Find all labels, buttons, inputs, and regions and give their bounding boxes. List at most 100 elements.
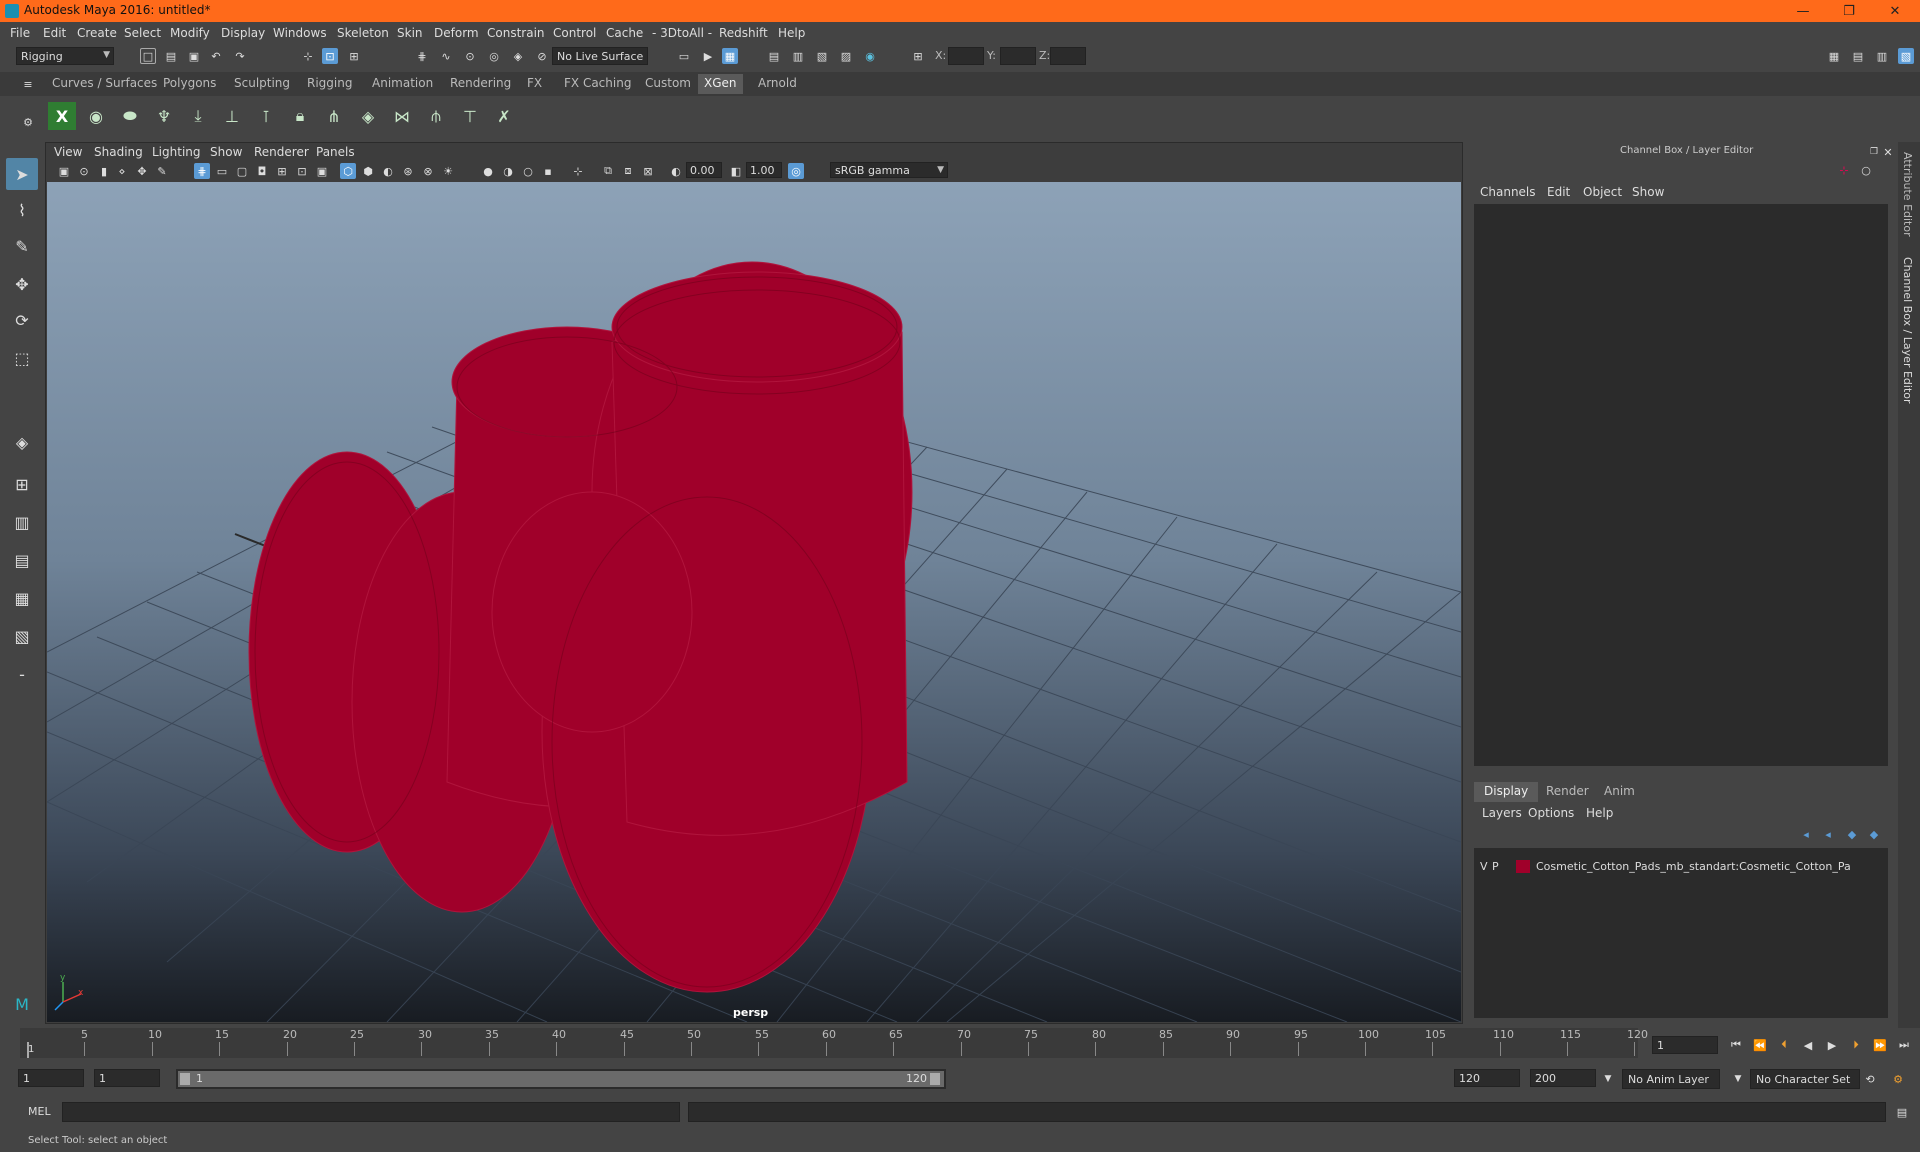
color-management-icon[interactable]: ◎ <box>788 163 804 179</box>
go-to-end-icon[interactable]: ⏭ <box>1896 1037 1912 1053</box>
menu-skin[interactable]: Skin <box>397 26 423 40</box>
snap-view-icon[interactable]: ◎ <box>486 48 502 64</box>
playback-start-field[interactable]: 1 <box>94 1069 160 1087</box>
side-tab-attribute-editor[interactable]: Attribute Editor <box>1901 152 1914 237</box>
wireframe-on-shaded-icon[interactable]: ⊛ <box>400 163 416 179</box>
menu-cache[interactable]: Cache <box>606 26 643 40</box>
menu-select[interactable]: Select <box>124 26 161 40</box>
channel-list[interactable] <box>1474 204 1888 766</box>
backface-icon[interactable]: ⊠ <box>640 163 656 179</box>
layer-menu-options[interactable]: Options <box>1528 806 1574 820</box>
xgen-create-description-icon[interactable]: ⬬ <box>116 102 144 130</box>
select-component-icon[interactable]: ⊞ <box>346 48 362 64</box>
graph-layout-icon[interactable]: ▦ <box>6 582 38 614</box>
live-surface-field[interactable]: No Live Surface <box>552 47 648 65</box>
xray-icon[interactable]: ⊗ <box>420 163 436 179</box>
colorspace-dropdown[interactable]: sRGB gamma ▼ <box>830 162 948 178</box>
menu-create[interactable]: Create <box>77 26 117 40</box>
transform-mode-icon[interactable]: ⊞ <box>910 48 926 64</box>
shelf-tab-arnold[interactable]: Arnold <box>752 76 803 94</box>
panel-menu-lighting[interactable]: Lighting <box>152 145 201 159</box>
modeling-toolkit-icon[interactable]: ▦ <box>1826 48 1842 64</box>
output-ops-icon[interactable]: ▶ <box>700 48 716 64</box>
panel-menu-view[interactable]: View <box>54 145 82 159</box>
xgen-lock-icon[interactable]: 🔒︎ <box>286 102 314 130</box>
shelf-tab-fx[interactable]: FX <box>521 76 548 94</box>
shelf-settings-icon[interactable]: ⚙ <box>20 114 36 130</box>
layer-color-swatch[interactable] <box>1516 860 1530 873</box>
shelf-tab-sculpting[interactable]: Sculpting <box>228 76 296 94</box>
close-button[interactable]: ✕ <box>1872 0 1918 22</box>
gate-mask-icon[interactable]: ◘ <box>254 163 270 179</box>
rotate-tool-icon[interactable]: ⟳ <box>6 304 38 336</box>
channel-box-options-icon[interactable]: ○ <box>1858 162 1874 178</box>
hypershade-icon[interactable]: ◉ <box>862 48 878 64</box>
snap-grid-icon[interactable]: ⋕ <box>414 48 430 64</box>
outliner-layout-icon[interactable]: ▤ <box>6 544 38 576</box>
play-backwards-icon[interactable]: ◀ <box>1800 1037 1816 1053</box>
menu-set-dropdown[interactable]: Rigging ▼ <box>16 47 114 65</box>
ipr-render-icon[interactable]: ▧ <box>814 48 830 64</box>
menu-windows[interactable]: Windows <box>273 26 327 40</box>
xgen-add-guide-icon[interactable]: ⊥ <box>218 102 246 130</box>
xgen-layers-icon[interactable]: ◈ <box>354 102 382 130</box>
play-forwards-icon[interactable]: ▶ <box>1824 1037 1840 1053</box>
x-field[interactable] <box>948 47 984 65</box>
shelf-menu-icon[interactable]: ≡ <box>20 76 36 92</box>
input-ops-icon[interactable]: ▭ <box>676 48 692 64</box>
snap-surface-icon[interactable]: ◈ <box>510 48 526 64</box>
film-gate-icon[interactable]: ▭ <box>214 163 230 179</box>
layer-playback-toggle[interactable]: P <box>1492 860 1499 873</box>
menu-deform[interactable]: Deform <box>434 26 479 40</box>
restore-button[interactable]: ❐ <box>1826 0 1872 22</box>
channel-box-menu-edit[interactable]: Edit <box>1547 185 1570 199</box>
xgen-delete-guide-icon[interactable]: ✗ <box>490 102 518 130</box>
shelf-tab-rendering[interactable]: Rendering <box>444 76 517 94</box>
smooth-shade-icon[interactable]: ⬢ <box>360 163 376 179</box>
chevron-down-icon[interactable]: ▼ <box>1730 1071 1746 1087</box>
open-scene-icon[interactable]: ▤ <box>163 48 179 64</box>
bookmark-icon[interactable]: ▮ <box>96 163 112 179</box>
camera-select-icon[interactable]: ▣ <box>56 163 72 179</box>
z-field[interactable] <box>1050 47 1086 65</box>
layer-row[interactable]: V P Cosmetic_Cotton_Pads_mb_standart:Cos… <box>1478 858 1884 876</box>
panel-menu-renderer[interactable]: Renderer <box>254 145 309 159</box>
perspective-viewport[interactable]: x y <box>47 182 1461 1022</box>
move-layer-up-icon[interactable]: ◂ <box>1798 826 1814 842</box>
snap-live-icon[interactable]: ⊘ <box>534 48 550 64</box>
step-forward-frame-icon[interactable]: ⏵ <box>1848 1037 1864 1053</box>
layer-menu-help[interactable]: Help <box>1586 806 1613 820</box>
field-chart-icon[interactable]: ⊞ <box>274 163 290 179</box>
menu-redshift[interactable]: Redshift <box>719 26 768 40</box>
redo-icon[interactable]: ↷ <box>232 48 248 64</box>
xgen-clump-icon[interactable]: ⋈ <box>388 102 416 130</box>
xgen-place-guide-icon[interactable]: ⤓ <box>184 102 212 130</box>
close-panel-icon[interactable]: ✕ <box>1880 144 1896 160</box>
select-hierarchy-icon[interactable]: ⊹ <box>300 48 316 64</box>
animation-start-field[interactable]: 1 <box>18 1069 84 1087</box>
xray-active-icon[interactable]: ⧈ <box>620 163 636 179</box>
safe-title-icon[interactable]: ▣ <box>314 163 330 179</box>
shelf-tab-rigging[interactable]: Rigging <box>301 76 358 94</box>
menu-control[interactable]: Control <box>553 26 596 40</box>
camera-attributes-icon[interactable]: ⊙ <box>76 163 92 179</box>
undo-icon[interactable]: ↶ <box>208 48 224 64</box>
channel-box-menu-show[interactable]: Show <box>1632 185 1664 199</box>
exposure-field[interactable]: 0.00 <box>686 162 722 178</box>
single-view-layout-icon[interactable]: ◈ <box>6 426 38 458</box>
snap-curve-icon[interactable]: ∿ <box>438 48 454 64</box>
construction-history-icon[interactable]: ▦ <box>722 48 738 64</box>
menu-help[interactable]: Help <box>778 26 805 40</box>
range-end-grip[interactable] <box>930 1073 940 1085</box>
menu-display[interactable]: Display <box>221 26 265 40</box>
exposure-icon[interactable]: ◐ <box>668 163 684 179</box>
xgen-grass-icon[interactable]: ⋔ <box>320 102 348 130</box>
save-scene-icon[interactable]: ▣ <box>186 48 202 64</box>
shelf-tab-custom[interactable]: Custom <box>639 76 697 94</box>
layer-tab-anim[interactable]: Anim <box>1594 782 1645 802</box>
new-scene-icon[interactable]: □ <box>140 48 156 64</box>
hypershade-layout-icon[interactable]: ▧ <box>6 620 38 652</box>
select-object-icon[interactable]: ⊡ <box>322 48 338 64</box>
step-back-key-icon[interactable]: ⏪ <box>1752 1037 1768 1053</box>
shelf-tab-polygons[interactable]: Polygons <box>157 76 222 94</box>
